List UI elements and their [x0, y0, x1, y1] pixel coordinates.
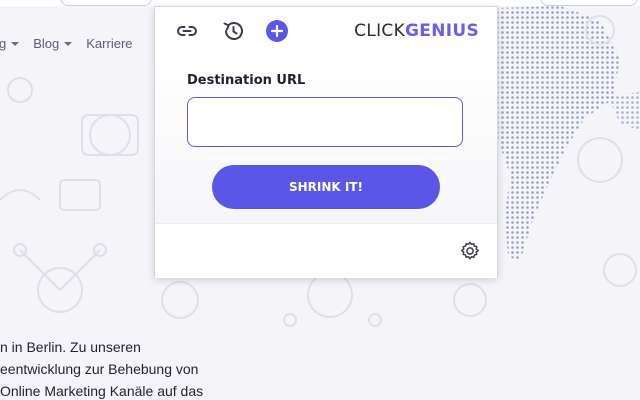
- popup-toolbar: CLICKGENIUS: [155, 7, 497, 53]
- body-text-line: eentwicklung zur Behebung von: [0, 361, 199, 377]
- nav-item-partial[interactable]: g: [0, 36, 20, 51]
- popup-footer: [155, 223, 497, 278]
- caret-down-icon: [64, 41, 73, 46]
- caret-down-icon: [11, 41, 20, 46]
- destination-url-input[interactable]: [187, 97, 463, 147]
- destination-url-label: Destination URL: [187, 73, 306, 88]
- body-text-line: n in Berlin. Zu unseren: [0, 339, 141, 355]
- shrink-button[interactable]: SHRINK IT!: [212, 165, 440, 209]
- nav-item-blog[interactable]: Blog: [33, 36, 73, 51]
- history-icon[interactable]: [221, 19, 245, 43]
- add-icon[interactable]: [265, 19, 289, 43]
- clickgenius-logo: CLICKGENIUS: [354, 21, 479, 41]
- logo-text-genius: GENIUS: [405, 21, 479, 41]
- clickgenius-popup: CLICKGENIUS Destination URL SHRINK IT!: [154, 6, 498, 278]
- nav-label: g: [0, 36, 7, 51]
- url-form: Destination URL SHRINK IT!: [155, 53, 497, 223]
- nav-item-karriere[interactable]: Karriere: [86, 36, 132, 51]
- gear-icon[interactable]: [459, 240, 481, 262]
- body-text-line: Online Marketing Kanäle auf das: [0, 383, 204, 399]
- nav-label: Karriere: [86, 36, 133, 51]
- logo-text-click: CLICK: [354, 21, 406, 41]
- nav-label: Blog: [33, 36, 60, 51]
- background-body-text: n in Berlin. Zu unseren eentwicklung zur…: [0, 336, 203, 400]
- background-nav: g Blog Karriere: [0, 36, 133, 51]
- link-icon[interactable]: [175, 19, 199, 43]
